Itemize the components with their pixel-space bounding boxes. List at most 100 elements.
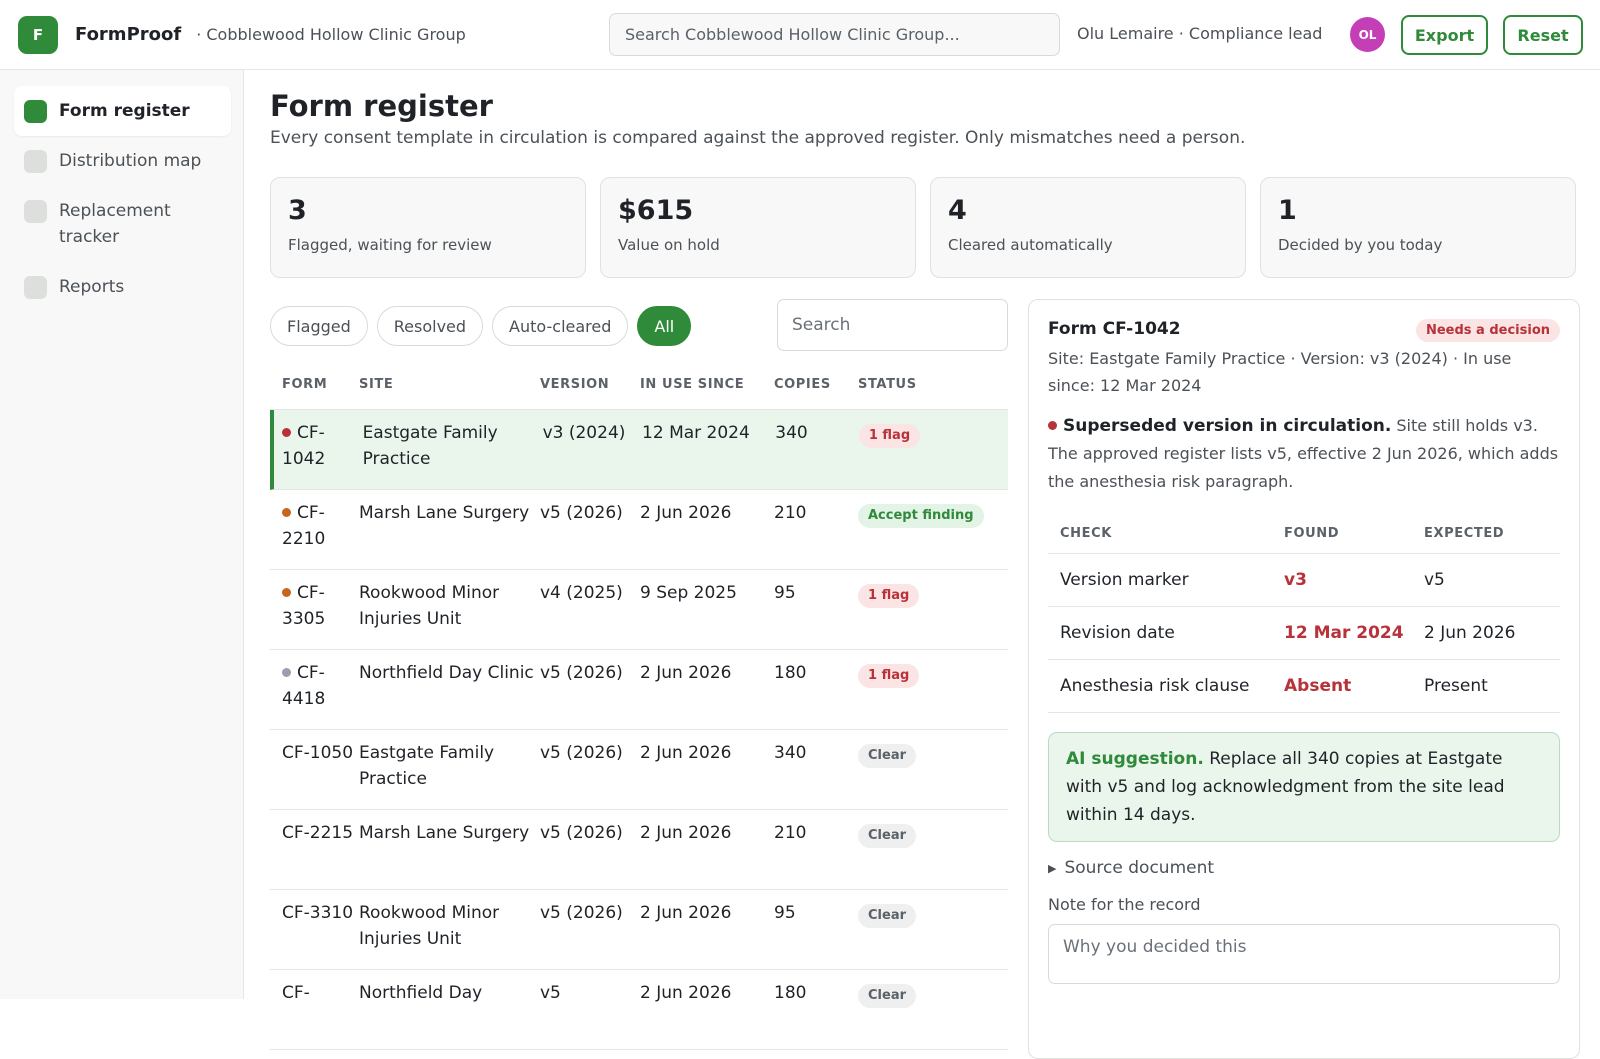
cell-form-text: CF-3310 (282, 903, 354, 923)
avatar[interactable]: OL (1350, 17, 1385, 52)
cell-form: CF- (270, 980, 359, 1006)
sidebar: Form register Distribution map Replaceme… (0, 70, 244, 999)
check-expected: 2 Jun 2026 (1424, 623, 1516, 643)
cell-site-text: Northfield Day Clinic (359, 663, 534, 683)
check-row: Anesthesia risk clause Absent Present (1048, 660, 1560, 713)
cell-in-use-since: 2 Jun 2026 (640, 900, 774, 926)
cell-form: CF-2210 (270, 500, 359, 552)
cell-version-text: v5 (2026) (540, 903, 623, 923)
cell-form: CF-4418 (270, 660, 359, 712)
panel-meta: Site: Eastgate Family Practice · Version… (1048, 349, 1512, 395)
sidebar-item-replacement-tracker[interactable]: Replacement tracker (14, 186, 231, 262)
cell-copies-text: 180 (774, 663, 807, 683)
table-row[interactable]: CF-3305 Rookwood Minor Injuries Unit v4 (2… (270, 570, 1008, 650)
filter-chip-auto-cleared[interactable]: Auto-cleared (492, 306, 629, 346)
cell-in-use-since: 9 Sep 2025 (640, 580, 774, 606)
cell-form: CF-3310 (270, 900, 359, 926)
table-search-input[interactable]: Search (777, 299, 1008, 351)
stat-value: $615 (618, 195, 694, 226)
status-badge: Accept finding (858, 504, 984, 528)
global-search-input[interactable]: Search Cobblewood Hollow Clinic Group... (609, 13, 1060, 56)
cell-site: Eastgate Family Practice (363, 420, 543, 472)
cell-status: Accept finding (858, 500, 1008, 528)
cell-copies: 95 (774, 900, 858, 926)
cell-version: v5 (540, 980, 640, 1006)
filter-chip-flagged[interactable]: Flagged (270, 306, 368, 346)
table-row[interactable]: CF-3310 Rookwood Minor Injuries Unit v5 (2… (270, 890, 1008, 970)
sidebar-item-distribution-map[interactable]: Distribution map (14, 136, 231, 186)
column-header[interactable]: COPIES (774, 377, 858, 392)
cell-version: v5 (2026) (540, 740, 640, 766)
check-row: Revision date 12 Mar 2024 2 Jun 2026 (1048, 607, 1560, 660)
check-found: 12 Mar 2024 (1284, 623, 1404, 643)
cell-in-use-since-text: 2 Jun 2026 (640, 983, 732, 1003)
cell-site-text: Rookwood Minor Injuries Unit (359, 903, 500, 949)
cell-in-use-since-text: 2 Jun 2026 (640, 903, 732, 923)
column-header: EXPECTED (1424, 526, 1505, 541)
cell-copies-text: 180 (774, 983, 807, 1003)
cell-form-text: CF-1050 (282, 743, 354, 763)
cell-version-text: v5 (540, 983, 561, 1003)
check-name: Anesthesia risk clause (1060, 676, 1250, 696)
status-badge: Clear (858, 984, 916, 1008)
cell-version-text: v5 (2026) (540, 743, 623, 763)
cell-copies-text: 340 (775, 423, 808, 443)
column-header[interactable]: FORM (270, 377, 359, 392)
table-row[interactable]: CF-1042 Eastgate Family Practice v3 (2024)… (270, 410, 1008, 490)
column-header[interactable]: STATUS (858, 377, 1008, 392)
filter-chip-resolved[interactable]: Resolved (376, 306, 484, 346)
sidebar-item-form-register[interactable]: Form register (14, 86, 231, 136)
cell-site-text: Rookwood Minor Injuries Unit (359, 583, 500, 629)
cell-in-use-since: 2 Jun 2026 (640, 980, 774, 1006)
stat-label: Cleared automatically (948, 236, 1113, 254)
status-badge: 1 flag (858, 424, 921, 448)
cell-in-use-since-text: 9 Sep 2025 (640, 583, 737, 603)
caret-right-icon: ▶ (1048, 861, 1057, 875)
cell-version-text: v5 (2026) (540, 663, 623, 683)
cell-form: CF-3305 (270, 580, 359, 632)
cell-version: v5 (2026) (540, 500, 640, 526)
cell-status: Clear (858, 980, 1008, 1008)
cell-form-text: CF-2215 (282, 823, 354, 843)
nav-square-icon (24, 276, 47, 299)
cell-version-text: v4 (2025) (540, 583, 623, 603)
cell-in-use-since-text: 12 Mar 2024 (642, 423, 750, 443)
cell-status: 1 flag (858, 580, 1008, 608)
table-header: FORM SITE VERSION IN USE SINCE COPIES ST… (270, 360, 1008, 410)
table-row[interactable]: CF-1050 Eastgate Family Practice v5 (2026)… (270, 730, 1008, 810)
finding-title: Superseded version in circulation. (1063, 416, 1392, 436)
status-badge: Needs a decision (1415, 319, 1560, 342)
status-dot-icon (282, 508, 291, 517)
cell-site: Northfield Day (359, 980, 540, 1006)
column-header[interactable]: VERSION (540, 377, 640, 392)
table-row[interactable]: CF- Northfield Day v5 2 Jun 2026 180 Clear (270, 970, 1008, 1050)
status-badge: Clear (858, 904, 916, 928)
check-expected: Present (1424, 676, 1488, 696)
cell-version-text: v3 (2024) (542, 423, 626, 443)
column-header[interactable]: IN USE SINCE (640, 377, 774, 392)
column-header[interactable]: SITE (359, 377, 540, 392)
cell-copies: 180 (774, 660, 858, 686)
export-button[interactable]: Export (1401, 15, 1488, 55)
table-row[interactable]: CF-4418 Northfield Day Clinic v5 (2026) 2 J… (270, 650, 1008, 730)
cell-form-text: CF- (282, 983, 310, 1003)
table-row[interactable]: CF-2210 Marsh Lane Surgery v5 (2026) 2 Jun … (270, 490, 1008, 570)
table-row[interactable]: CF-2215 Marsh Lane Surgery v5 (2026) 2 Jun … (270, 810, 1008, 890)
top-bar: F FormProof · Cobblewood Hollow Clinic G… (0, 0, 1600, 70)
status-badge: 1 flag (858, 664, 920, 688)
column-header: FOUND (1284, 526, 1340, 541)
filter-chip-all[interactable]: All (637, 306, 692, 346)
cell-copies: 210 (774, 820, 858, 846)
stat-value: 1 (1278, 195, 1297, 226)
sidebar-item-label: Replacement tracker (59, 201, 171, 247)
cell-copies-text: 210 (774, 823, 807, 843)
reset-button[interactable]: Reset (1503, 15, 1583, 55)
source-document-toggle[interactable]: ▶ Source document (1048, 858, 1560, 878)
cell-copies-text: 95 (774, 903, 796, 923)
cell-copies-text: 210 (774, 503, 807, 523)
cell-version: v3 (2024) (543, 420, 642, 446)
sidebar-item-reports[interactable]: Reports (14, 262, 231, 312)
note-textarea[interactable]: Why you decided this (1048, 924, 1560, 984)
cell-status: Clear (858, 740, 1008, 768)
flag-dot-icon (1048, 421, 1057, 430)
